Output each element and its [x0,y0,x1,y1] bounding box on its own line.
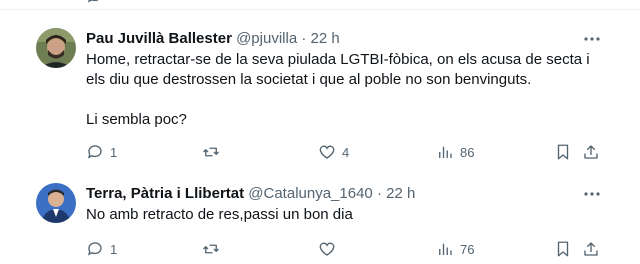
view-count: 86 [460,144,475,160]
heart-icon [319,242,335,256]
views-button[interactable]: 76 [436,239,474,259]
retweet-button[interactable] [202,142,226,162]
views-button[interactable]: 86 [436,142,474,162]
view-count: 76 [460,241,475,257]
reply-icon [87,145,102,159]
retweet-button[interactable] [202,239,226,259]
tweet-line: No amb retracto de res,passi un bon dia [86,206,353,223]
bookmark-button[interactable] [554,239,572,259]
bookmark-icon [557,241,569,257]
reply-count: 1 [110,144,118,160]
reply-icon [87,0,99,3]
author-name[interactable]: Terra, Pàtria i Llibertat [86,185,244,202]
share-button[interactable] [582,142,600,162]
author-handle[interactable]: @Catalunya_1640 [248,185,372,202]
retweet-icon [203,244,219,254]
avatar[interactable] [36,183,76,223]
more-button[interactable] [582,184,602,204]
heart-icon [319,145,335,159]
tweet-text: Home, retractar-se de la seva piulada LG… [86,50,606,130]
share-icon [584,145,598,159]
like-button[interactable] [318,239,342,259]
more-dots-icon [584,192,600,196]
timestamp[interactable]: 22 h [311,30,340,47]
tweet-line: Home, retractar-se de la seva piulada LG… [86,51,590,68]
retweet-icon [203,147,219,157]
prev-reply-button[interactable] [86,0,104,6]
reply-icon [87,242,102,256]
previous-tweet-actions [0,0,640,14]
separator-dot: · [301,30,307,47]
tweet-line: Li sembla poc? [86,111,187,128]
bookmark-icon [557,144,569,160]
timestamp[interactable]: 22 h [386,185,415,202]
separator-dot: · [376,185,382,202]
reply-count: 1 [110,241,118,257]
tweet-actions: 1 76 [0,239,640,259]
reply-button[interactable]: 1 [86,239,117,259]
author-handle[interactable]: @pjuvilla [236,30,297,47]
avatar[interactable] [36,28,76,68]
author-name[interactable]: Pau Juvillà Ballester [86,30,232,47]
like-count: 4 [342,144,350,160]
bookmark-button[interactable] [554,142,572,162]
reply-button[interactable]: 1 [86,142,117,162]
tweet-text: No amb retracto de res,passi un bon dia [86,205,606,225]
views-chart-icon [439,243,452,255]
tweet-actions: 1 4 86 [0,142,640,162]
like-button[interactable]: 4 [318,142,349,162]
avatar-photo [36,183,76,223]
share-icon [584,242,598,256]
more-dots-icon [584,37,600,41]
views-chart-icon [439,146,452,158]
tweet-divider [0,9,640,10]
more-button[interactable] [582,29,602,49]
tweet-line: els diu que destrossen la societat i que… [86,71,532,88]
avatar-photo [36,28,76,68]
share-button[interactable] [582,239,600,259]
